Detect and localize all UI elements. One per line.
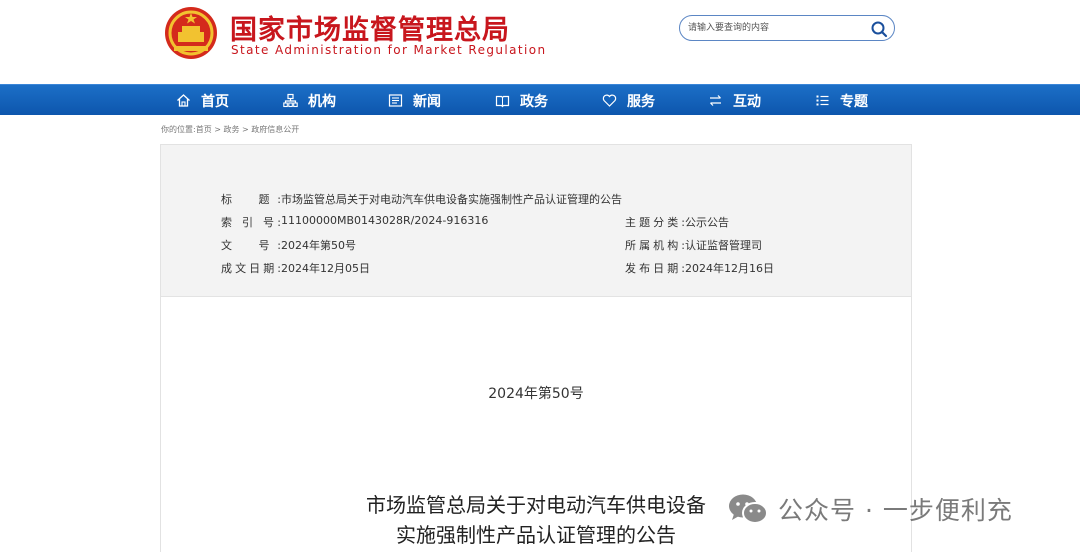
nav-label: 互动 (733, 93, 761, 110)
meta-doc-number-row: 文 号: 2024年第50号 (221, 237, 356, 253)
meta-label: 标 题: (221, 193, 281, 206)
nav-item-service[interactable]: 服务 (602, 85, 655, 116)
meta-label: 成文日期: (221, 262, 281, 275)
news-icon (388, 94, 403, 107)
meta-created-row: 成文日期: 2024年12月05日 (221, 260, 370, 276)
home-icon (177, 94, 190, 107)
meta-org-row: 所属机构: 认证监督管理司 (625, 237, 762, 253)
nav-item-organization[interactable]: 机构 (283, 85, 336, 116)
nav-label: 首页 (201, 93, 229, 110)
meta-label: 所属机构: (625, 239, 685, 252)
list-icon (816, 95, 829, 106)
meta-topic-value: 公示公告 (685, 216, 729, 229)
nav-label: 机构 (308, 93, 336, 110)
nav-item-interaction[interactable]: 互动 (708, 85, 761, 116)
nav-item-government[interactable]: 政务 (495, 85, 548, 116)
nav-label: 服务 (627, 93, 655, 110)
site-title[interactable]: 国家市场监督管理总局 (230, 8, 510, 47)
meta-published-row: 发布日期: 2024年12月16日 (625, 260, 774, 276)
nav-label: 新闻 (413, 93, 441, 110)
exchange-icon (710, 95, 721, 106)
main-nav: 首页 机构 新闻 政务 服务 互动 专题 (0, 84, 1080, 115)
nav-label: 政务 (520, 93, 548, 110)
org-chart-icon (283, 93, 298, 108)
meta-label: 发布日期: (625, 262, 685, 275)
national-emblem-icon[interactable] (164, 6, 218, 60)
meta-title-row: 标 题: 市场监管总局关于对电动汽车供电设备实施强制性产品认证管理的公告 (221, 191, 622, 207)
meta-published-value: 2024年12月16日 (685, 262, 774, 275)
heart-icon (602, 94, 617, 107)
meta-index-value: 11100000MB0143028R/2024-916316 (281, 214, 489, 227)
wechat-icon (729, 494, 768, 524)
breadcrumb[interactable]: 你的位置:首页 > 政务 > 政府信息公开 (161, 124, 299, 135)
meta-index-row: 索 引 号: 11100000MB0143028R/2024-916316 (221, 214, 488, 230)
search-input[interactable] (688, 20, 858, 36)
meta-title-value: 市场监管总局关于对电动汽车供电设备实施强制性产品认证管理的公告 (281, 193, 622, 206)
meta-created-value: 2024年12月05日 (281, 262, 370, 275)
wechat-watermark: 公众号 · 一步便利充 (726, 491, 1013, 527)
watermark-text: 公众号 · 一步便利充 (778, 496, 1013, 525)
document-number: 2024年第50号 (488, 386, 584, 402)
search-box (679, 15, 895, 41)
meta-org-value: 认证监督管理司 (685, 239, 762, 252)
nav-item-home[interactable]: 首页 (176, 85, 229, 116)
government-icon (495, 95, 510, 108)
meta-label: 索 引 号: (221, 216, 281, 229)
nav-item-news[interactable]: 新闻 (388, 85, 441, 116)
site-subtitle: State Administration for Market Regulati… (231, 43, 547, 57)
meta-label: 主题分类: (625, 216, 685, 229)
nav-item-topics[interactable]: 专题 (815, 85, 868, 116)
document-metadata: 标 题: 市场监管总局关于对电动汽车供电设备实施强制性产品认证管理的公告 索 引… (161, 145, 911, 297)
meta-label: 文 号: (221, 239, 281, 252)
meta-topic-row: 主题分类: 公示公告 (625, 214, 729, 230)
site-header: 国家市场监督管理总局 State Administration for Mark… (0, 0, 1080, 84)
search-icon[interactable] (870, 20, 888, 38)
nav-label: 专题 (840, 93, 868, 110)
meta-doc-number-value: 2024年第50号 (281, 239, 356, 252)
